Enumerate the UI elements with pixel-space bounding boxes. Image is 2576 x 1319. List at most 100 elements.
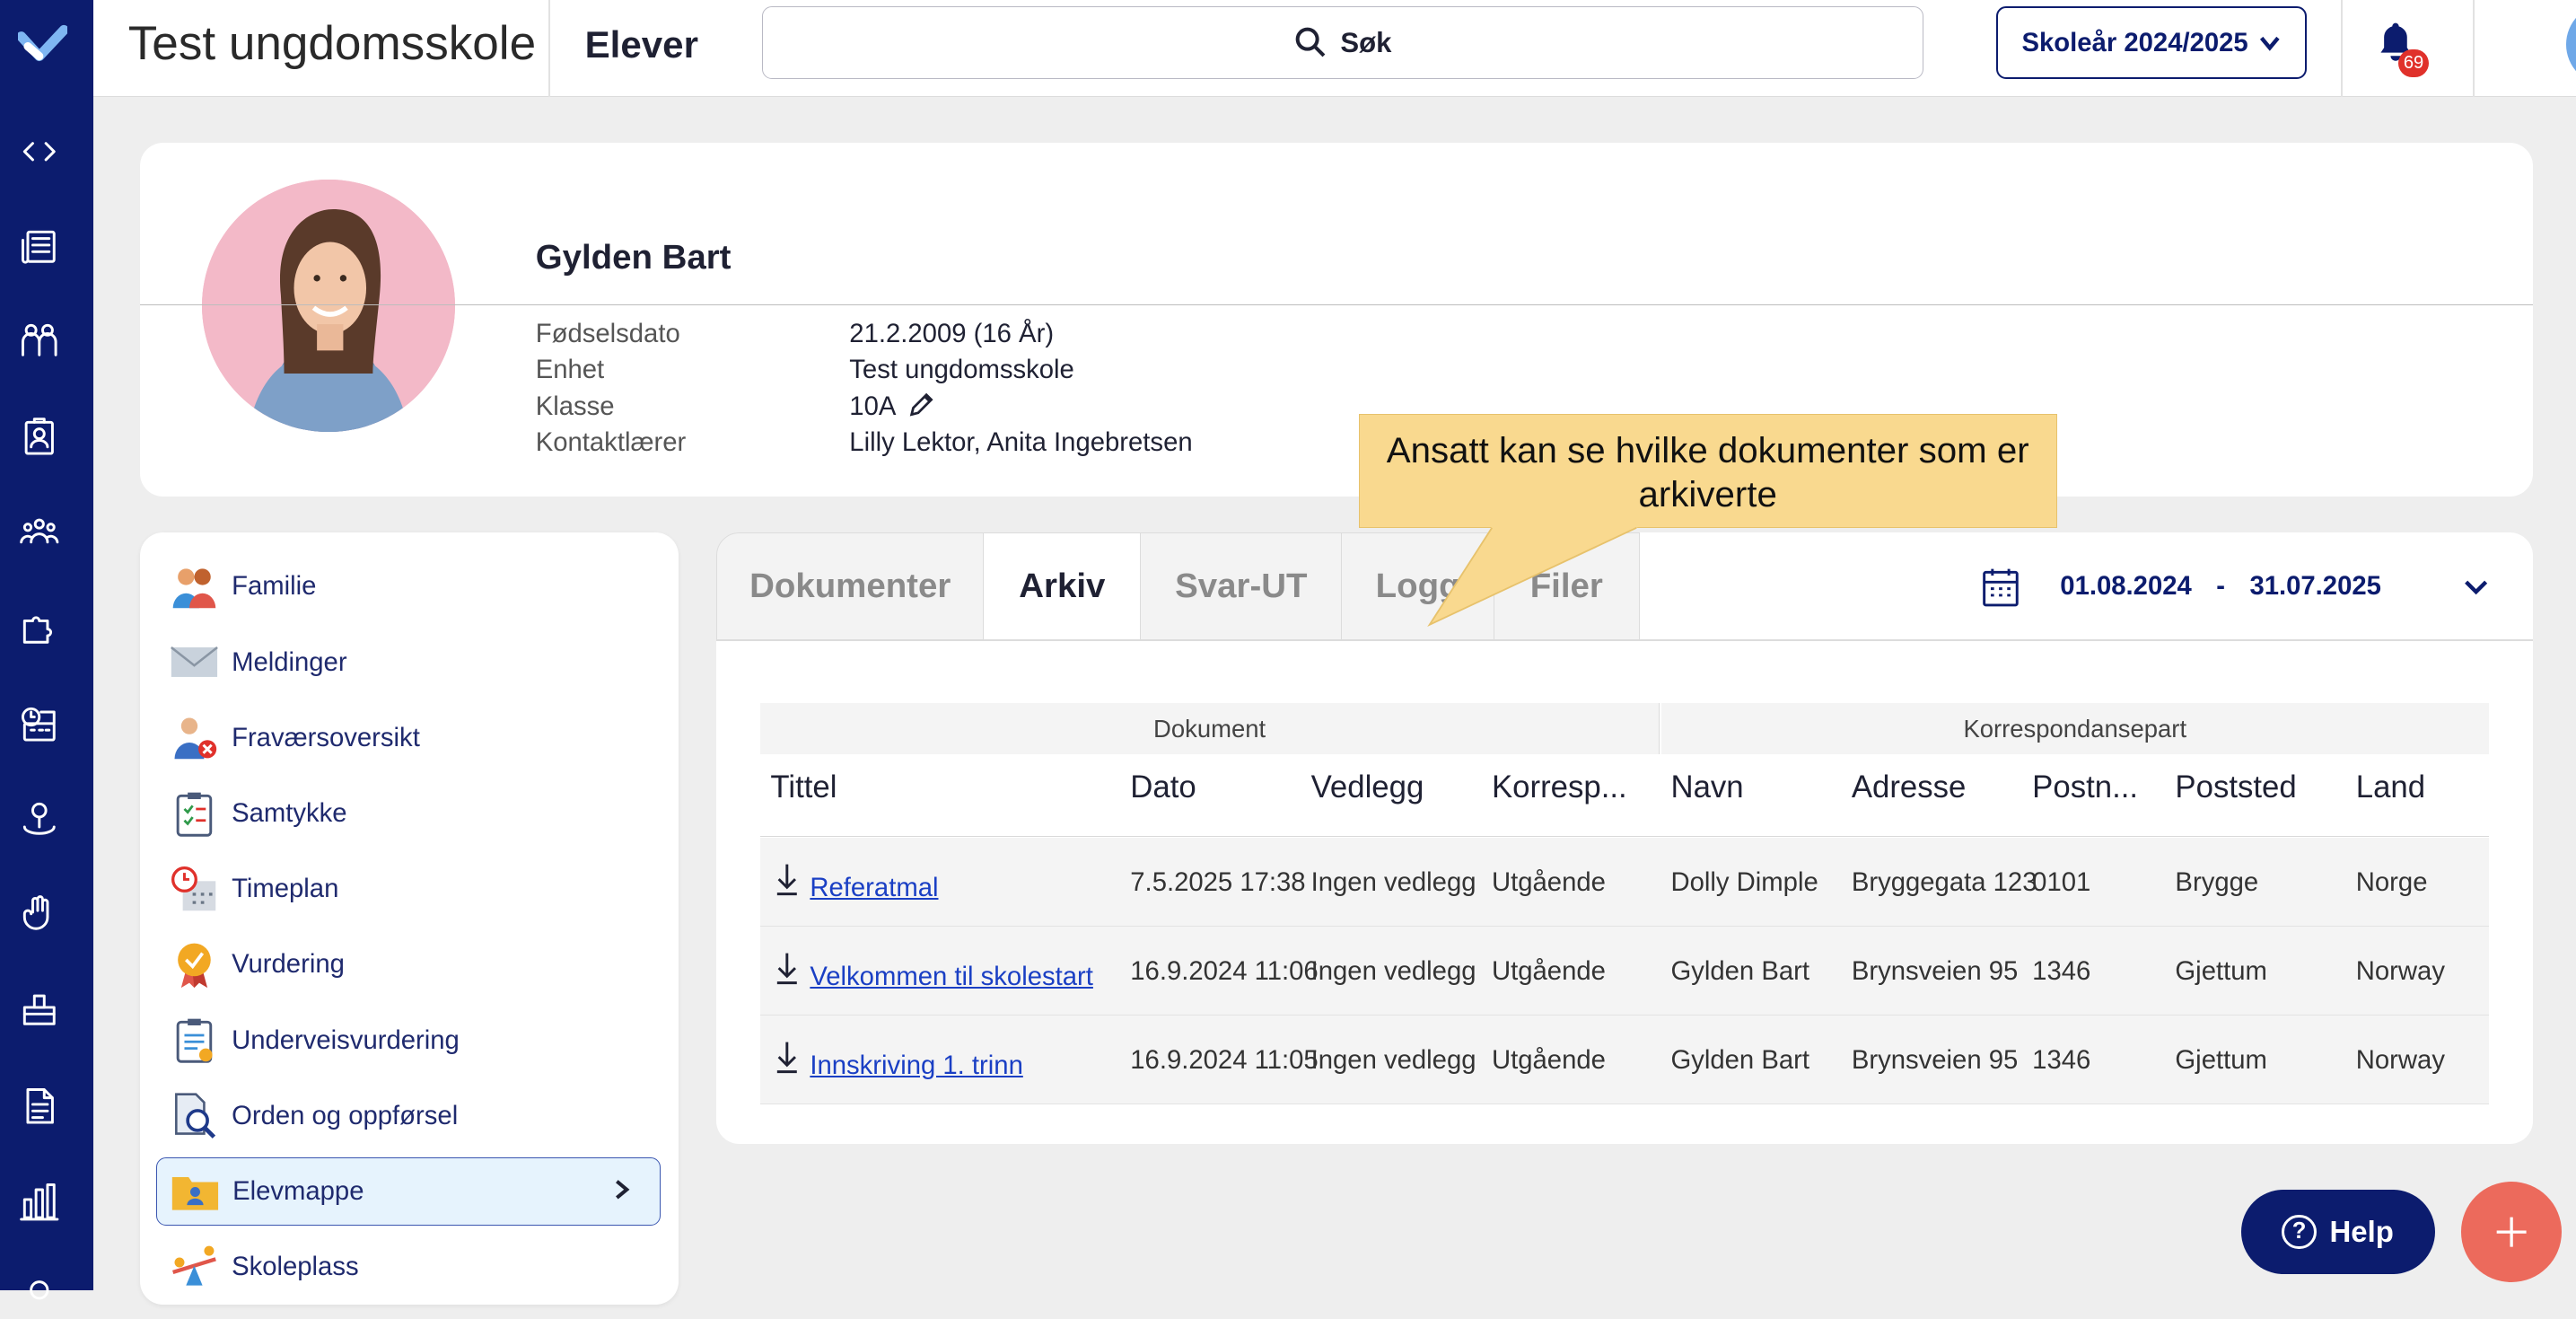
column-header-poststed[interactable]: Poststed [2175, 770, 2296, 805]
column-header-navn[interactable]: Navn [1670, 770, 1743, 805]
expand-collapse-icon[interactable] [18, 130, 61, 173]
cell-name: Gylden Bart [1670, 1045, 1810, 1076]
menu-item-orden-og-oppforsel[interactable]: Orden og oppførsel [156, 1081, 661, 1150]
chevron-right-icon [615, 1179, 630, 1200]
menu-item-vurdering[interactable]: Vurdering [156, 930, 661, 999]
cell-correspondence: Utgående [1491, 956, 1606, 987]
tab-dokumenter[interactable]: Dokumenter [716, 532, 985, 641]
document-search-icon [156, 1090, 232, 1143]
desk-icon[interactable] [18, 988, 61, 1031]
cell-attachment: Ingen vedlegg [1310, 1045, 1476, 1076]
help-button[interactable]: ? Help [2240, 1190, 2435, 1274]
menu-item-timeplan[interactable]: Timeplan [156, 855, 661, 924]
students-icon[interactable] [18, 319, 61, 362]
document-title-link[interactable]: Innskriving 1. trinn [810, 1051, 1022, 1081]
medal-icon [156, 938, 232, 991]
search-input[interactable]: Søk [762, 6, 1924, 79]
table-header: Tittel Dato Vedlegg Korresp... Navn Adre… [760, 754, 2490, 888]
id-badge-icon[interactable] [18, 416, 61, 459]
menu-item-underveisvurdering[interactable]: Underveisvurdering [156, 1006, 661, 1075]
school-name: Test ungdomsskole [127, 17, 537, 71]
cell-address: Brynsveien 95 [1851, 1045, 2019, 1076]
column-header-adresse[interactable]: Adresse [1852, 770, 1967, 805]
add-button[interactable] [2460, 1182, 2562, 1282]
app-logo-icon[interactable] [16, 23, 69, 66]
envelope-icon [156, 636, 232, 689]
hand-icon[interactable] [18, 893, 61, 936]
download-icon[interactable] [775, 861, 799, 897]
class-value: 10A [849, 391, 895, 421]
menu-item-label: Samtykke [232, 798, 347, 829]
folder-person-icon [157, 1165, 232, 1218]
table-row: Velkommen til skolestart 16.9.2024 11:06… [760, 927, 2490, 1016]
menu-item-label: Skoleplass [232, 1252, 359, 1282]
student-side-menu: Familie Meldinger Fraværsoversikt Samtyk… [139, 532, 679, 1306]
seesaw-icon [156, 1241, 232, 1294]
schedule-icon[interactable] [18, 702, 61, 745]
tab-svar-ut[interactable]: Svar-UT [1140, 532, 1343, 641]
class-label: Klasse [535, 391, 615, 421]
groups-icon[interactable] [18, 511, 61, 554]
cell-name: Gylden Bart [1670, 956, 1810, 987]
document-icon[interactable] [18, 1085, 61, 1128]
document-title-link[interactable]: Referatmal [810, 873, 938, 903]
chevron-down-icon[interactable] [2463, 574, 2489, 600]
download-icon[interactable] [775, 950, 799, 986]
news-icon[interactable] [18, 225, 61, 268]
unit-label: Enhet [535, 355, 605, 385]
column-header-tittel[interactable]: Tittel [770, 770, 837, 805]
bar-chart-icon[interactable] [18, 1180, 61, 1223]
menu-item-label: Vurdering [232, 949, 345, 980]
download-icon[interactable] [775, 1039, 799, 1075]
cell-postnr: 1346 [2032, 1045, 2091, 1076]
clipboard-list-icon [156, 1014, 232, 1067]
clipboard-check-icon [156, 787, 232, 840]
column-header-vedlegg[interactable]: Vedlegg [1311, 770, 1424, 805]
column-header-postnummer[interactable]: Postn... [2032, 770, 2138, 805]
puzzle-icon[interactable] [18, 606, 61, 649]
menu-item-label: Elevmappe [232, 1176, 364, 1207]
search-label: Søk [1340, 26, 1392, 58]
search-icon [1295, 27, 1326, 57]
user-avatar[interactable]: AA [2566, 3, 2576, 86]
top-bar: Test ungdomsskole Elever Søk Skoleår 202… [93, 0, 2576, 97]
cell-address: Bryggegata 123 [1851, 867, 2037, 898]
column-header-korrespondanse[interactable]: Korresp... [1492, 770, 1627, 805]
chevron-down-icon [2259, 36, 2280, 51]
menu-item-familie[interactable]: Familie [156, 552, 661, 621]
divider [716, 639, 2534, 641]
cell-postnr: 1346 [2032, 956, 2091, 987]
cell-country: Norge [2355, 867, 2428, 898]
menu-item-samtykke[interactable]: Samtykke [156, 779, 661, 849]
menu-item-elevmappe[interactable]: Elevmappe [155, 1156, 661, 1227]
pencil-edit-icon[interactable] [908, 391, 934, 418]
student-name: Gylden Bart [535, 238, 732, 277]
menu-item-fravaersoversikt[interactable]: Fraværsoversikt [156, 703, 661, 772]
table-row: Referatmal 7.5.2025 17:38 Ingen vedlegg … [760, 838, 2490, 928]
divider [139, 303, 2534, 306]
cell-name: Dolly Dimple [1670, 867, 1818, 898]
settings-icon[interactable] [18, 1269, 61, 1312]
menu-item-label: Underveisvurdering [232, 1024, 460, 1055]
divider [2341, 0, 2344, 97]
date-range-picker[interactable]: 01.08.2024 - 31.07.2025 [1981, 562, 2489, 611]
left-navigation-rail [0, 0, 94, 1300]
column-header-land[interactable]: Land [2356, 770, 2425, 805]
unit-value: Test ungdomsskole [849, 355, 1074, 385]
date-separator: - [2216, 571, 2225, 602]
cell-correspondence: Utgående [1491, 1045, 1606, 1076]
school-year-dropdown[interactable]: Skoleår 2024/2025 [1995, 6, 2307, 79]
menu-item-meldinger[interactable]: Meldinger [156, 628, 661, 697]
document-title-link[interactable]: Velkommen til skolestart [810, 962, 1093, 992]
menu-item-skoleplass[interactable]: Skoleplass [156, 1233, 661, 1302]
school-year-label: Skoleår 2024/2025 [2021, 27, 2248, 57]
cell-date: 7.5.2025 17:38 [1130, 867, 1306, 898]
contact-teacher-value: Lilly Lektor, Anita Ingebretsen [849, 426, 1193, 457]
menu-item-label: Familie [232, 571, 317, 602]
column-header-dato[interactable]: Dato [1130, 770, 1196, 805]
tab-arkiv[interactable]: Arkiv [982, 532, 1143, 641]
cell-country: Norway [2355, 1045, 2445, 1076]
group-header-korrespondansepart: Korrespondansepart [1660, 703, 2490, 755]
person-pin-icon[interactable] [18, 797, 61, 840]
birthdate-value: 21.2.2009 (16 År) [849, 319, 1055, 349]
